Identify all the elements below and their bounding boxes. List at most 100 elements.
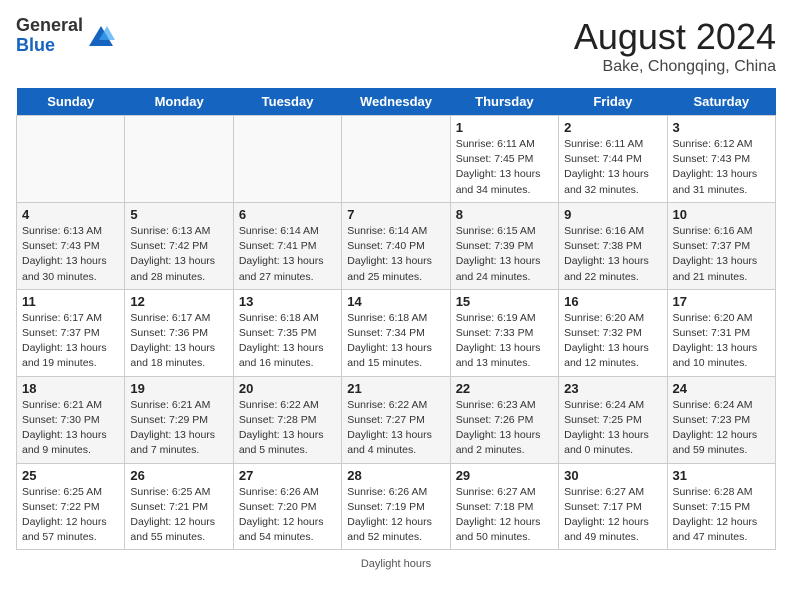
day-of-week-header: Thursday [450, 88, 558, 116]
day-info: Sunrise: 6:26 AM Sunset: 7:19 PM Dayligh… [347, 485, 444, 546]
calendar-day-cell: 18 Sunrise: 6:21 AM Sunset: 7:30 PM Dayli… [17, 376, 125, 463]
day-number: 20 [239, 381, 336, 396]
day-info: Sunrise: 6:24 AM Sunset: 7:25 PM Dayligh… [564, 398, 661, 459]
day-info: Sunrise: 6:15 AM Sunset: 7:39 PM Dayligh… [456, 224, 553, 285]
page-header: General Blue August 2024 Bake, Chongqing… [16, 16, 776, 76]
footer: Daylight hours [16, 558, 776, 570]
calendar-day-cell: 21 Sunrise: 6:22 AM Sunset: 7:27 PM Dayli… [342, 376, 450, 463]
day-info: Sunrise: 6:27 AM Sunset: 7:17 PM Dayligh… [564, 485, 661, 546]
day-info: Sunrise: 6:12 AM Sunset: 7:43 PM Dayligh… [673, 137, 770, 198]
daylight-label: Daylight hours [361, 558, 431, 570]
day-info: Sunrise: 6:13 AM Sunset: 7:43 PM Dayligh… [22, 224, 119, 285]
calendar-header-row: SundayMondayTuesdayWednesdayThursdayFrid… [17, 88, 776, 116]
day-number: 25 [22, 468, 119, 483]
day-info: Sunrise: 6:28 AM Sunset: 7:15 PM Dayligh… [673, 485, 770, 546]
day-info: Sunrise: 6:26 AM Sunset: 7:20 PM Dayligh… [239, 485, 336, 546]
day-number: 12 [130, 294, 227, 309]
day-number: 29 [456, 468, 553, 483]
calendar-week-row: 25 Sunrise: 6:25 AM Sunset: 7:22 PM Dayli… [17, 463, 776, 550]
day-number: 6 [239, 207, 336, 222]
day-number: 22 [456, 381, 553, 396]
calendar-day-cell: 3 Sunrise: 6:12 AM Sunset: 7:43 PM Daylig… [667, 116, 775, 203]
day-info: Sunrise: 6:27 AM Sunset: 7:18 PM Dayligh… [456, 485, 553, 546]
day-number: 21 [347, 381, 444, 396]
calendar-day-cell: 27 Sunrise: 6:26 AM Sunset: 7:20 PM Dayli… [233, 463, 341, 550]
day-number: 10 [673, 207, 770, 222]
day-info: Sunrise: 6:14 AM Sunset: 7:41 PM Dayligh… [239, 224, 336, 285]
day-number: 17 [673, 294, 770, 309]
day-info: Sunrise: 6:16 AM Sunset: 7:38 PM Dayligh… [564, 224, 661, 285]
day-number: 16 [564, 294, 661, 309]
day-info: Sunrise: 6:22 AM Sunset: 7:27 PM Dayligh… [347, 398, 444, 459]
day-number: 7 [347, 207, 444, 222]
day-number: 1 [456, 120, 553, 135]
day-number: 11 [22, 294, 119, 309]
day-info: Sunrise: 6:21 AM Sunset: 7:30 PM Dayligh… [22, 398, 119, 459]
day-info: Sunrise: 6:17 AM Sunset: 7:37 PM Dayligh… [22, 311, 119, 372]
day-number: 9 [564, 207, 661, 222]
calendar-day-cell [233, 116, 341, 203]
day-info: Sunrise: 6:18 AM Sunset: 7:35 PM Dayligh… [239, 311, 336, 372]
calendar-week-row: 18 Sunrise: 6:21 AM Sunset: 7:30 PM Dayli… [17, 376, 776, 463]
day-number: 27 [239, 468, 336, 483]
day-number: 31 [673, 468, 770, 483]
logo-general-text: General [16, 15, 83, 35]
day-of-week-header: Wednesday [342, 88, 450, 116]
title-block: August 2024 Bake, Chongqing, China [574, 16, 776, 76]
calendar-table: SundayMondayTuesdayWednesdayThursdayFrid… [16, 88, 776, 550]
day-number: 30 [564, 468, 661, 483]
calendar-day-cell: 15 Sunrise: 6:19 AM Sunset: 7:33 PM Dayli… [450, 289, 558, 376]
calendar-day-cell: 10 Sunrise: 6:16 AM Sunset: 7:37 PM Dayli… [667, 202, 775, 289]
day-info: Sunrise: 6:20 AM Sunset: 7:31 PM Dayligh… [673, 311, 770, 372]
day-info: Sunrise: 6:24 AM Sunset: 7:23 PM Dayligh… [673, 398, 770, 459]
logo-icon [87, 22, 115, 50]
calendar-day-cell: 8 Sunrise: 6:15 AM Sunset: 7:39 PM Daylig… [450, 202, 558, 289]
calendar-week-row: 1 Sunrise: 6:11 AM Sunset: 7:45 PM Daylig… [17, 116, 776, 203]
day-number: 8 [456, 207, 553, 222]
day-info: Sunrise: 6:21 AM Sunset: 7:29 PM Dayligh… [130, 398, 227, 459]
day-of-week-header: Tuesday [233, 88, 341, 116]
day-number: 4 [22, 207, 119, 222]
day-info: Sunrise: 6:25 AM Sunset: 7:22 PM Dayligh… [22, 485, 119, 546]
calendar-day-cell: 7 Sunrise: 6:14 AM Sunset: 7:40 PM Daylig… [342, 202, 450, 289]
month-year: August 2024 [574, 16, 776, 58]
day-info: Sunrise: 6:18 AM Sunset: 7:34 PM Dayligh… [347, 311, 444, 372]
day-info: Sunrise: 6:11 AM Sunset: 7:44 PM Dayligh… [564, 137, 661, 198]
day-info: Sunrise: 6:11 AM Sunset: 7:45 PM Dayligh… [456, 137, 553, 198]
calendar-day-cell: 30 Sunrise: 6:27 AM Sunset: 7:17 PM Dayli… [559, 463, 667, 550]
day-info: Sunrise: 6:13 AM Sunset: 7:42 PM Dayligh… [130, 224, 227, 285]
day-of-week-header: Saturday [667, 88, 775, 116]
day-number: 14 [347, 294, 444, 309]
calendar-day-cell: 5Sunrise: 6:13 AM Sunset: 7:42 PM Daylig… [125, 202, 233, 289]
day-info: Sunrise: 6:16 AM Sunset: 7:37 PM Dayligh… [673, 224, 770, 285]
day-of-week-header: Sunday [17, 88, 125, 116]
location: Bake, Chongqing, China [574, 58, 776, 76]
logo: General Blue [16, 16, 115, 56]
day-number: 15 [456, 294, 553, 309]
calendar-day-cell: 6 Sunrise: 6:14 AM Sunset: 7:41 PM Daylig… [233, 202, 341, 289]
calendar-day-cell: 12 Sunrise: 6:17 AM Sunset: 7:36 PM Dayli… [125, 289, 233, 376]
day-number: 3 [673, 120, 770, 135]
day-info: Sunrise: 6:17 AM Sunset: 7:36 PM Dayligh… [130, 311, 227, 372]
calendar-day-cell: 14 Sunrise: 6:18 AM Sunset: 7:34 PM Dayli… [342, 289, 450, 376]
day-info: Sunrise: 6:19 AM Sunset: 7:33 PM Dayligh… [456, 311, 553, 372]
day-number: 18 [22, 381, 119, 396]
calendar-week-row: 11 Sunrise: 6:17 AM Sunset: 7:37 PM Dayli… [17, 289, 776, 376]
day-number: 28 [347, 468, 444, 483]
calendar-day-cell: 11 Sunrise: 6:17 AM Sunset: 7:37 PM Dayli… [17, 289, 125, 376]
day-of-week-header: Monday [125, 88, 233, 116]
calendar-day-cell: 9 Sunrise: 6:16 AM Sunset: 7:38 PM Daylig… [559, 202, 667, 289]
day-number: 2 [564, 120, 661, 135]
calendar-day-cell [125, 116, 233, 203]
day-info: Sunrise: 6:23 AM Sunset: 7:26 PM Dayligh… [456, 398, 553, 459]
day-number: 26 [130, 468, 227, 483]
day-info: Sunrise: 6:22 AM Sunset: 7:28 PM Dayligh… [239, 398, 336, 459]
day-number: 24 [673, 381, 770, 396]
day-info: Sunrise: 6:20 AM Sunset: 7:32 PM Dayligh… [564, 311, 661, 372]
calendar-day-cell: 26 Sunrise: 6:25 AM Sunset: 7:21 PM Dayli… [125, 463, 233, 550]
day-info: Sunrise: 6:14 AM Sunset: 7:40 PM Dayligh… [347, 224, 444, 285]
calendar-day-cell: 28 Sunrise: 6:26 AM Sunset: 7:19 PM Dayli… [342, 463, 450, 550]
calendar-day-cell: 13Sunrise: 6:18 AM Sunset: 7:35 PM Dayli… [233, 289, 341, 376]
calendar-day-cell [342, 116, 450, 203]
day-info: Sunrise: 6:25 AM Sunset: 7:21 PM Dayligh… [130, 485, 227, 546]
